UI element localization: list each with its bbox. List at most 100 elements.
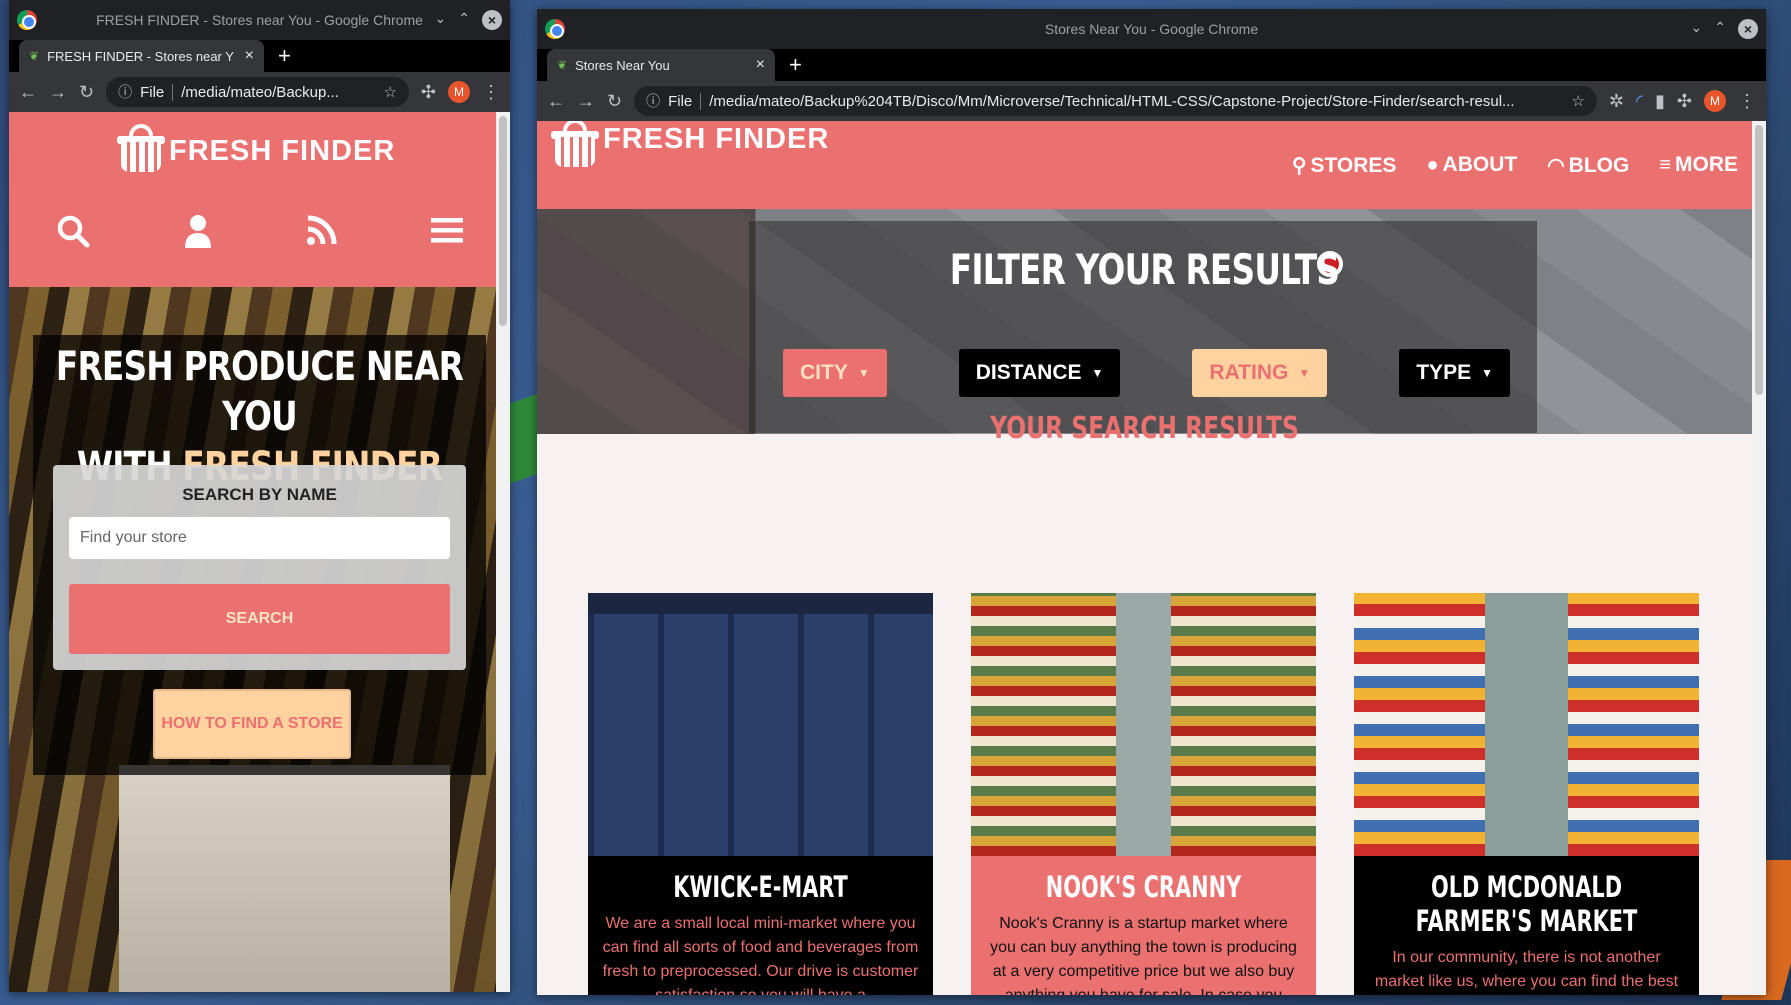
window-title: Stores Near You - Google Chrome: [1044, 21, 1259, 37]
store-description: We are a small local mini-market where y…: [602, 915, 919, 995]
window-controls: ⌄ ⌃ ×: [435, 10, 502, 30]
search-label: SEARCH BY NAME: [182, 485, 337, 504]
basket-icon: [551, 121, 599, 167]
search-icon[interactable]: [56, 214, 90, 257]
tab-strip: ❦ FRESH FINDER - Stores near Y × +: [9, 40, 510, 72]
forward-icon[interactable]: →: [577, 91, 595, 112]
filter-distance-dropdown[interactable]: DISTANCE ▼: [958, 349, 1121, 397]
minimize-icon[interactable]: ⌄: [435, 10, 447, 30]
store-search-input[interactable]: [69, 517, 450, 559]
rss-icon: ◠: [1547, 155, 1565, 177]
chrome-logo-icon: [17, 10, 37, 30]
scheme-label: File: [668, 92, 702, 110]
new-tab-icon[interactable]: +: [789, 49, 802, 81]
nav-about[interactable]: ● ABOUT: [1426, 153, 1517, 178]
user-icon: ●: [1426, 154, 1439, 176]
filter-buttons: CITY ▼ DISTANCE ▼ RATING ▼ TYPE ▼: [783, 349, 1510, 397]
scheme-label: File: [140, 83, 174, 101]
bookmark-star-icon[interactable]: ☆: [1571, 92, 1584, 110]
close-window-icon[interactable]: ×: [482, 10, 502, 30]
site-header: FRESH FINDER: [9, 112, 510, 287]
results-title: YOUR SEARCH RESULTS: [990, 411, 1299, 446]
back-icon[interactable]: ←: [19, 82, 37, 103]
maximize-icon[interactable]: ⌃: [458, 10, 470, 30]
extension-battery-icon[interactable]: ▮: [1655, 91, 1665, 112]
store-image: [971, 593, 1316, 856]
close-window-icon[interactable]: ×: [1738, 19, 1758, 39]
caret-down-icon: ▼: [1481, 366, 1493, 380]
menu-kebab-icon[interactable]: ⋮: [1738, 91, 1756, 112]
profile-avatar[interactable]: M: [448, 81, 470, 103]
extension-loader-icon[interactable]: ◜: [1636, 91, 1643, 112]
right-title-bar: Stores Near You - Google Chrome ⌄ ⌃ ×: [537, 9, 1766, 49]
page-scrollbar[interactable]: [1752, 121, 1766, 995]
right-page-viewport: FRESH FINDER ⚲ STORES ● ABOUT ◠ BLOG ≡ MORE …: [537, 121, 1752, 995]
store-image: [588, 593, 933, 856]
filter-type-dropdown[interactable]: TYPE ▼: [1399, 349, 1510, 397]
favicon-leaf-icon: ❦: [29, 49, 40, 63]
scrollbar-thumb[interactable]: [1755, 125, 1763, 395]
tab-title: Stores Near You: [575, 57, 670, 73]
info-icon[interactable]: ⓘ: [118, 82, 132, 102]
bookmark-star-icon[interactable]: ☆: [383, 83, 396, 101]
filter-type-label: TYPE: [1416, 361, 1472, 384]
site-logo[interactable]: FRESH FINDER: [117, 124, 396, 172]
hamburger-menu-icon[interactable]: [431, 214, 464, 257]
brand-name: FRESH FINDER: [169, 134, 396, 167]
back-icon[interactable]: ←: [547, 91, 565, 112]
close-tab-icon[interactable]: ×: [756, 56, 765, 74]
user-icon[interactable]: [183, 214, 213, 257]
tab-strip: ❦ Stores Near You × +: [537, 49, 1766, 81]
browser-tab[interactable]: ❦ FRESH FINDER - Stores near Y ×: [19, 40, 264, 72]
hamburger-menu-icon: ≡: [1659, 154, 1671, 176]
rss-icon[interactable]: [306, 214, 338, 257]
hero-section: FRESH PRODUCE NEAR YOU WITH FRESH FINDER…: [9, 287, 510, 992]
store-description: In our community, there is not another m…: [1374, 949, 1679, 990]
search-by-name-card: SEARCH BY NAME SEARCH: [53, 465, 466, 670]
maximize-icon[interactable]: ⌃: [1714, 19, 1726, 39]
extension-gear-icon[interactable]: ✲: [1609, 91, 1624, 112]
scrollbar-thumb[interactable]: [499, 116, 507, 326]
store-name: OLD MCDONALD FARMER'S MARKET: [1415, 870, 1638, 938]
extensions-puzzle-icon[interactable]: ✣: [421, 82, 436, 103]
reload-icon[interactable]: ↻: [607, 91, 622, 112]
forward-icon[interactable]: →: [49, 82, 67, 103]
close-tab-icon[interactable]: ×: [245, 47, 254, 65]
nav-more[interactable]: ≡ MORE: [1659, 153, 1738, 178]
basket-icon: [117, 124, 165, 172]
site-logo[interactable]: FRESH FINDER: [551, 121, 829, 167]
store-card-body: KWICK-E-MART We are a small local mini-m…: [588, 856, 933, 995]
minimize-icon[interactable]: ⌄: [1691, 19, 1703, 39]
nav-more-label: MORE: [1675, 153, 1738, 176]
store-card[interactable]: NOOK'S CRANNY Nook's Cranny is a startup…: [971, 593, 1316, 995]
info-icon[interactable]: ⓘ: [646, 91, 660, 111]
search-button[interactable]: SEARCH: [69, 584, 450, 654]
nav-stores-label: STORES: [1310, 154, 1397, 177]
filter-city-label: CITY: [800, 361, 848, 384]
hero-background-floor: [119, 765, 450, 992]
nav-blog[interactable]: ◠ BLOG: [1547, 153, 1629, 178]
left-page-viewport: FRESH FINDER FRESH PRODUCE NEAR YOU SEAR…: [9, 112, 510, 992]
store-card[interactable]: KWICK-E-MART We are a small local mini-m…: [588, 593, 933, 995]
store-description: Nook's Cranny is a startup market where …: [990, 915, 1297, 995]
filter-title: FILTER YOUR RESULTS: [949, 245, 1340, 294]
site-header: FRESH FINDER ⚲ STORES ● ABOUT ◠ BLOG ≡ MORE: [537, 121, 1752, 209]
nav-about-label: ABOUT: [1442, 153, 1518, 176]
menu-kebab-icon[interactable]: ⋮: [482, 82, 500, 103]
profile-avatar[interactable]: M: [1704, 90, 1726, 112]
page-scrollbar[interactable]: [496, 112, 510, 992]
address-bar[interactable]: ⓘ File /media/mateo/Backup%204TB/Disco/M…: [634, 86, 1597, 116]
filter-city-dropdown[interactable]: CITY ▼: [783, 349, 887, 397]
extensions-puzzle-icon[interactable]: ✣: [1677, 91, 1692, 112]
caret-down-icon: ▼: [857, 366, 870, 380]
new-tab-icon[interactable]: +: [278, 40, 291, 72]
address-bar[interactable]: ⓘ File /media/mateo/Backup... ☆: [106, 77, 409, 107]
nav-stores[interactable]: ⚲ STORES: [1292, 153, 1397, 178]
filter-rating-dropdown[interactable]: RATING ▼: [1192, 349, 1328, 397]
browser-tab[interactable]: ❦ Stores Near You ×: [547, 49, 775, 81]
tab-title: FRESH FINDER - Stores near Y: [47, 48, 234, 64]
browser-toolbar: ← → ↻ ⓘ File /media/mateo/Backup%204TB/D…: [537, 81, 1766, 121]
store-card[interactable]: OLD MCDONALD FARMER'S MARKET In our comm…: [1354, 593, 1699, 995]
reload-icon[interactable]: ↻: [79, 82, 94, 103]
how-to-find-store-button[interactable]: HOW TO FIND A STORE: [153, 689, 351, 759]
